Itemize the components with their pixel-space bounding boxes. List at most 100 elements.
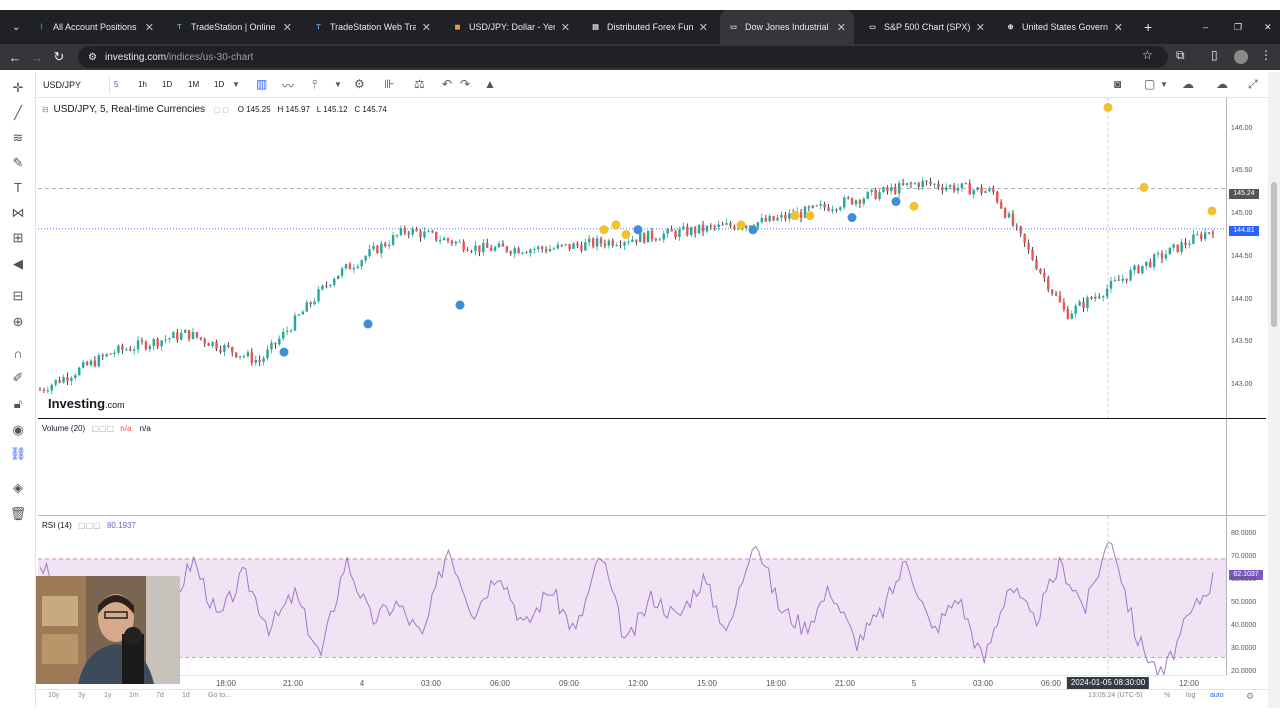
economic-event-marker[interactable] xyxy=(621,229,631,239)
link-icon[interactable]: ⛓︎ xyxy=(8,446,28,462)
close-tab-icon[interactable]: ✕ xyxy=(1114,21,1123,34)
volume-axis[interactable] xyxy=(1226,418,1266,515)
cloud-upload-icon[interactable]: ☁ xyxy=(1216,77,1228,91)
interval-5[interactable]: 5 xyxy=(110,76,122,94)
minimize-button[interactable]: – xyxy=(1195,10,1211,44)
economic-event-marker[interactable] xyxy=(748,225,758,235)
log-toggle[interactable]: log xyxy=(1186,692,1195,699)
symbol-search[interactable]: USD/JPY xyxy=(40,76,110,94)
economic-event-marker[interactable] xyxy=(790,211,800,221)
percent-toggle[interactable]: % xyxy=(1164,692,1170,699)
forward-icon[interactable]: → xyxy=(26,50,48,65)
text-icon[interactable]: T xyxy=(8,180,28,195)
economic-event-marker[interactable] xyxy=(611,220,621,230)
economic-event-marker[interactable] xyxy=(279,347,289,357)
back-arrow-icon[interactable]: ◀ xyxy=(8,256,28,272)
magnet-icon[interactable]: ∩ xyxy=(8,346,28,361)
close-window-button[interactable]: ✕ xyxy=(1256,10,1272,44)
close-tab-icon[interactable]: ✕ xyxy=(699,21,708,34)
layout-icon[interactable]: ▢ xyxy=(1144,77,1155,91)
economic-event-marker[interactable] xyxy=(805,211,815,221)
templates-icon[interactable]: ⚖ xyxy=(414,77,425,91)
goto-button[interactable]: Go to... xyxy=(208,692,231,699)
interval-dropdown[interactable]: 1D xyxy=(210,76,228,94)
range-1m[interactable]: 1m xyxy=(129,692,139,699)
range-1d[interactable]: 1d xyxy=(182,692,190,699)
close-tab-icon[interactable]: ✕ xyxy=(145,21,154,34)
economic-event-marker[interactable] xyxy=(891,197,901,207)
browser-tab[interactable]: ⊕ United States Governmen ✕ xyxy=(997,10,1131,44)
close-tab-icon[interactable]: ✕ xyxy=(283,21,292,34)
address-bar[interactable]: ⚙ investing.com/indices/us-30-chart xyxy=(78,46,1168,68)
lock-drawing-icon[interactable]: ✐ xyxy=(8,370,28,386)
range-1y[interactable]: 1y xyxy=(104,692,111,699)
volume-controls[interactable]: ▢▢▢ xyxy=(91,424,114,433)
new-tab-button[interactable]: + xyxy=(1136,10,1152,44)
settings-icon[interactable]: ⚙ xyxy=(354,77,365,91)
more-menu-icon[interactable]: ⋮ xyxy=(1260,48,1272,62)
back-icon[interactable]: ← xyxy=(4,50,26,65)
economic-event-marker[interactable] xyxy=(633,225,643,235)
tab-search-button[interactable]: ⌄ xyxy=(4,10,24,44)
browser-tab[interactable]: Ƭ TradeStation Web Trading ✕ xyxy=(305,10,439,44)
legend-controls[interactable]: ▢ ▢ xyxy=(214,107,229,114)
trash-icon[interactable]: 🗑︎ xyxy=(8,506,28,522)
interval-1d[interactable]: 1D xyxy=(158,76,176,94)
fib-icon[interactable]: ≋ xyxy=(8,130,28,146)
time-axis[interactable]: 18:00 21:00 4 03:00 06:00 09:00 12:00 15… xyxy=(38,675,1226,689)
layers-icon[interactable]: ◈ xyxy=(8,480,28,496)
economic-event-marker[interactable] xyxy=(1207,206,1217,216)
interval-1m[interactable]: 1M xyxy=(184,76,203,94)
range-3y[interactable]: 3y xyxy=(78,692,85,699)
browser-tab[interactable]: ⌇ All Account Positions | th ✕ xyxy=(28,10,162,44)
economic-event-marker[interactable] xyxy=(363,319,373,329)
indicators-icon[interactable]: ⫯ xyxy=(312,77,317,92)
price-axis[interactable]: 146.00 145.50 145.00 144.50 144.00 143.5… xyxy=(1226,98,1266,418)
volume-pane[interactable]: Volume (20) ▢▢▢ n/a n/a xyxy=(38,418,1226,515)
compare-icon[interactable]: ⊪ xyxy=(384,77,394,91)
range-10y[interactable]: 10y xyxy=(48,692,59,699)
scrollbar-thumb[interactable] xyxy=(1271,182,1277,327)
rsi-controls[interactable]: ▢▢▢ xyxy=(78,521,101,530)
browser-tab[interactable]: ▭ Dow Jones Industrial Aver ✕ xyxy=(720,10,854,44)
candles-icon[interactable]: ▥ xyxy=(256,77,267,91)
page-scrollbar[interactable] xyxy=(1268,72,1280,708)
profile-avatar[interactable] xyxy=(1234,50,1248,64)
alert-icon[interactable]: ▲ xyxy=(484,77,496,91)
economic-event-marker[interactable] xyxy=(599,225,609,235)
camera-icon[interactable]: ◙ xyxy=(1114,77,1121,91)
browser-tab[interactable]: ▭ S&P 500 Chart (SPX) - Inv ✕ xyxy=(859,10,993,44)
reload-icon[interactable]: ↻ xyxy=(48,49,70,65)
measure-icon[interactable]: ⊞ xyxy=(8,230,28,246)
line-chart-icon[interactable]: 〰 xyxy=(282,77,294,94)
economic-event-marker[interactable] xyxy=(847,213,857,223)
auto-toggle[interactable]: auto xyxy=(1210,692,1224,699)
lock-icon[interactable]: 🔓︎ xyxy=(8,396,28,412)
extensions-icon[interactable]: ⧉ xyxy=(1176,48,1185,63)
chevron-down-icon[interactable]: ▼ xyxy=(334,80,342,89)
chevron-down-icon[interactable]: ▼ xyxy=(232,80,240,89)
close-tab-icon[interactable]: ✕ xyxy=(976,21,985,34)
browser-tab[interactable]: Ƭ TradeStation | Online Trad ✕ xyxy=(166,10,300,44)
economic-event-marker[interactable] xyxy=(455,300,465,310)
ruler-icon[interactable]: ⊟ xyxy=(8,288,28,304)
bookmark-star-icon[interactable]: ☆ xyxy=(1142,48,1153,62)
economic-event-marker[interactable] xyxy=(1139,182,1149,192)
undo-icon[interactable]: ↶ xyxy=(442,77,452,91)
rsi-pane[interactable]: RSI (14) ▢▢▢ 80.1937 xyxy=(38,515,1226,675)
collapse-icon[interactable]: ⊟ xyxy=(42,105,49,114)
economic-event-marker[interactable] xyxy=(736,220,746,230)
range-7d[interactable]: 7d xyxy=(156,692,164,699)
site-info-icon[interactable]: ⚙ xyxy=(88,52,97,63)
pattern-icon[interactable]: ⋈ xyxy=(8,205,28,221)
price-chart[interactable] xyxy=(38,98,1226,418)
chevron-down-icon[interactable]: ▼ xyxy=(1160,80,1168,89)
rsi-chart[interactable] xyxy=(38,516,1226,675)
interval-1h[interactable]: 1h xyxy=(134,76,151,94)
eye-icon[interactable]: ◉ xyxy=(8,422,28,438)
redo-icon[interactable]: ↷ xyxy=(460,77,470,91)
browser-tab[interactable]: ▤ Distributed Forex Fund Re ✕ xyxy=(582,10,716,44)
price-pane[interactable]: ⊟ USD/JPY, 5, Real-time Currencies ▢ ▢ O… xyxy=(38,98,1226,418)
browser-tab[interactable]: ◼ USD/JPY: Dollar - Yen Rat ✕ xyxy=(444,10,578,44)
crosshair-icon[interactable]: ✛ xyxy=(8,80,28,96)
